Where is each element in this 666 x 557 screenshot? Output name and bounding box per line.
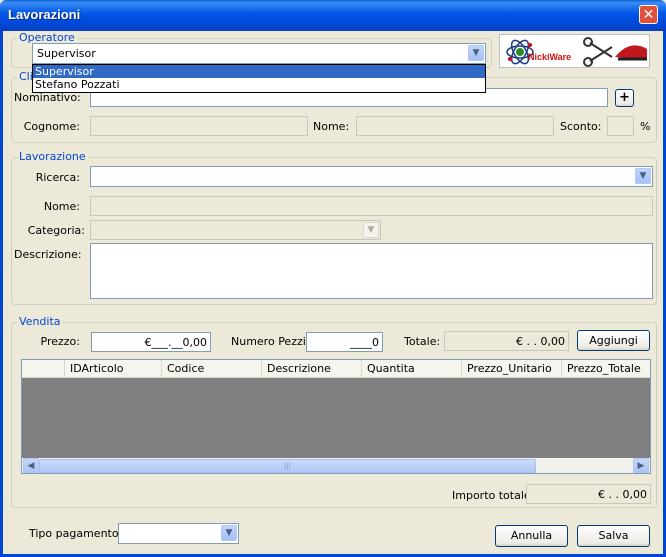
close-icon: ✕ [642, 7, 655, 23]
chevron-down-icon[interactable]: ▼ [468, 45, 484, 61]
nome-lavorazione-field [90, 196, 653, 216]
title-bar [0, 0, 666, 31]
column-header-descrizione[interactable]: Descrizione [262, 360, 362, 378]
aggiungi-button[interactable]: Aggiungi [577, 330, 650, 351]
scroll-right-icon[interactable]: ▶ [633, 458, 649, 473]
grid-row-header [22, 360, 65, 378]
grid-body [22, 378, 650, 458]
ricerca-label: Ricerca: [35, 171, 80, 184]
descrizione-label: Descrizione: [14, 248, 82, 261]
operatore-select[interactable]: Supervisor ▼ [32, 43, 486, 64]
prezzo-label: Prezzo: [40, 335, 80, 348]
categoria-select: ▼ [90, 220, 381, 240]
cognome-label: Cognome: [23, 120, 80, 133]
numero-pezzi-label: Numero Pezzi: [231, 335, 310, 348]
nome-lavorazione-label: Nome: [43, 200, 80, 213]
close-button[interactable]: ✕ [639, 5, 658, 24]
column-header-codice[interactable]: Codice [162, 360, 262, 378]
operatore-selected-value: Supervisor [37, 47, 96, 60]
plus-icon: + [619, 90, 630, 105]
articoli-grid[interactable]: IDArticolo Codice Descrizione Quantita P… [21, 359, 651, 474]
column-header-prezzo-totale[interactable]: Prezzo_Totale [562, 360, 650, 378]
chevron-down-icon: ▼ [363, 222, 379, 238]
prezzo-input[interactable]: €___.__0,00 [91, 332, 211, 352]
importo-totale-label: Importo totale: [452, 489, 535, 502]
operatore-option[interactable]: Stefano Pozzati [33, 78, 485, 91]
chevron-down-icon[interactable]: ▼ [221, 525, 237, 541]
app-logo: NickiWare [499, 34, 650, 68]
hair-salon-tools-logo-icon [506, 37, 647, 67]
nome-cliente-label: Nome: [313, 120, 350, 133]
totale-label: Totale: [404, 335, 441, 348]
importo-totale-field: € . . 0,00 [526, 484, 651, 504]
horizontal-scrollbar[interactable]: ◀ ||| ▶ [22, 458, 650, 473]
logo-text: NickiWare [528, 52, 572, 62]
categoria-label: Categoria: [27, 224, 85, 237]
add-client-button[interactable]: + [615, 89, 634, 107]
annulla-button[interactable]: Annulla [495, 525, 568, 547]
tipo-pagamento-label: Tipo pagamento: [29, 527, 123, 540]
ricerca-select[interactable]: ▼ [90, 166, 653, 187]
salva-button[interactable]: Salva [577, 525, 650, 547]
scroll-thumb[interactable]: ||| [39, 459, 536, 473]
operatore-dropdown-list[interactable]: Supervisor Stefano Pozzati [32, 64, 486, 93]
descrizione-textarea[interactable] [90, 243, 653, 299]
scroll-left-icon[interactable]: ◀ [23, 458, 39, 473]
tipo-pagamento-select[interactable]: ▼ [118, 523, 239, 544]
column-header-prezzo-unitario[interactable]: Prezzo_Unitario [462, 360, 562, 378]
nome-cliente-field [356, 116, 554, 136]
chevron-down-icon[interactable]: ▼ [635, 168, 651, 184]
operatore-option[interactable]: Supervisor [33, 65, 485, 78]
window-title: Lavorazioni [8, 7, 81, 22]
sconto-field [607, 116, 634, 136]
lavorazione-legend: Lavorazione [17, 150, 88, 163]
column-header-idarticolo[interactable]: IDArticolo [65, 360, 162, 378]
vendita-legend: Vendita [17, 315, 63, 328]
numero-pezzi-input[interactable]: ____0 [306, 332, 383, 352]
percent-label: % [640, 120, 651, 133]
sconto-label: Sconto: [560, 120, 602, 133]
cognome-field [90, 116, 308, 136]
column-header-quantita[interactable]: Quantita [362, 360, 462, 378]
totale-field: € . . 0,00 [444, 331, 569, 351]
